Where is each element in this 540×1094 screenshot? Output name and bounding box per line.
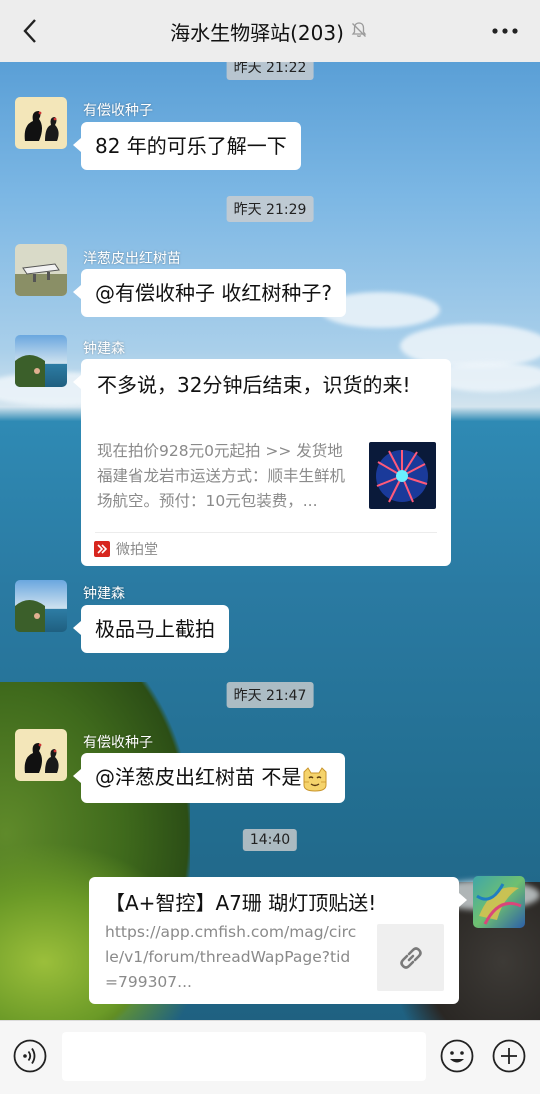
sender-name: 钟建森 <box>83 586 125 602</box>
card-thumbnail <box>369 442 436 509</box>
card-title: 不多说，32分钟后结束，识货的来! <box>97 373 411 397</box>
sender-name: 洋葱皮出红树苗 <box>83 251 181 267</box>
bell-off-icon <box>350 21 370 41</box>
card-description: 现在拍价928元0元起拍 >> 发货地福建省龙岩市运送方式：顺丰生鲜机场航空。预… <box>97 442 346 510</box>
avatar[interactable] <box>15 335 67 387</box>
message-bubble[interactable]: 82 年的可乐了解一下 <box>73 122 301 170</box>
card-thumbnail <box>377 924 444 991</box>
chat-title: 海水生物驿站(203) <box>170 20 344 45</box>
voice-button[interactable] <box>13 1039 47 1073</box>
sender-name: 有偿收种子 <box>83 103 153 119</box>
message-bubble[interactable]: @有偿收种子 收红树种子? <box>73 269 346 317</box>
card-title: 【A+智控】A7珊 瑚灯顶贴送! <box>105 891 377 915</box>
card-description: https://app.cmfish.com/mag/circle/v1/for… <box>105 923 357 991</box>
card-divider <box>95 532 437 533</box>
message-bubble[interactable]: @洋葱皮出红树苗 不是 <box>72 753 346 803</box>
card-source-label: 微拍堂 <box>116 542 158 558</box>
timestamp: 昨天 21:29 <box>226 196 314 222</box>
avatar[interactable] <box>15 244 67 296</box>
timestamp: 昨天 21:47 <box>226 682 314 708</box>
timestamp: 昨天 21:22 <box>226 62 314 80</box>
timestamp: 14:40 <box>242 829 298 851</box>
chat-title-group: 海水生物驿站(203) <box>170 17 370 46</box>
avatar[interactable] <box>15 97 67 149</box>
avatar[interactable] <box>15 729 67 781</box>
chevron-left-icon <box>23 19 36 43</box>
message-input[interactable] <box>62 1032 426 1081</box>
weipaitang-logo-icon <box>94 541 110 557</box>
emoji-button[interactable] <box>440 1039 474 1073</box>
more-actions-button[interactable] <box>492 1039 526 1073</box>
chat-message-list[interactable]: 昨天 21:22 有偿收种子 82 年的可乐了解一下 昨天 21:29 洋葱皮出… <box>0 62 540 1020</box>
plus-icon <box>492 1039 526 1073</box>
message-bubble[interactable]: 极品马上截拍 <box>73 605 229 653</box>
input-bar <box>0 1020 540 1094</box>
link-card[interactable]: 【A+智控】A7珊 瑚灯顶贴送! https://app.cmfish.com/… <box>89 877 467 1004</box>
message-text: @洋葱皮出红树苗 不是 <box>95 765 302 789</box>
title-bar: 海水生物驿站(203) <box>0 0 540 62</box>
card-source: 微拍堂 <box>94 539 158 559</box>
smiley-icon <box>440 1039 474 1073</box>
avatar-self[interactable] <box>473 876 525 928</box>
link-icon <box>399 946 422 969</box>
more-button[interactable] <box>488 19 522 43</box>
sender-name: 钟建森 <box>83 341 125 357</box>
sender-name: 有偿收种子 <box>83 735 153 751</box>
voice-icon <box>13 1039 47 1073</box>
back-button[interactable] <box>14 15 46 47</box>
cat-emoji-icon <box>301 765 329 793</box>
more-dots-icon <box>492 28 518 34</box>
avatar[interactable] <box>15 580 67 632</box>
link-card[interactable]: 不多说，32分钟后结束，识货的来! 现在拍价928元0元起拍 >> 发货地福建省… <box>73 359 451 566</box>
